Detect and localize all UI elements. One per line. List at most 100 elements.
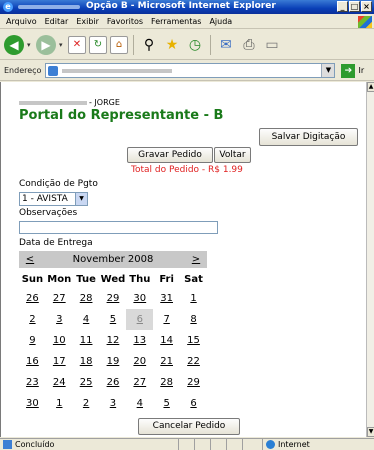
address-dropdown-icon[interactable]: ▼ (321, 64, 335, 77)
menu-arquivo[interactable]: Arquivo (2, 17, 41, 26)
maximize-button[interactable]: □ (349, 1, 360, 12)
calendar-day[interactable]: 22 (180, 351, 207, 372)
search-icon[interactable]: ⚲ (139, 35, 159, 55)
calendar-day[interactable]: 5 (153, 393, 180, 414)
menu-exibir[interactable]: Exibir (72, 17, 103, 26)
stop-icon[interactable]: ✕ (68, 35, 86, 54)
mail-icon[interactable]: ✉ (216, 35, 236, 55)
address-input[interactable]: ▼ (45, 63, 336, 78)
back-icon[interactable]: ◀ (4, 34, 24, 55)
cancel-order-button[interactable]: Cancelar Pedido (138, 418, 240, 435)
calendar-day[interactable]: 31 (153, 288, 180, 309)
go-label[interactable]: Ir (358, 66, 364, 75)
calendar-day[interactable]: 3 (46, 309, 73, 330)
calendar-prev[interactable]: < (19, 254, 41, 265)
history-icon[interactable]: ◷ (185, 35, 205, 55)
calendar-day[interactable]: 1 (180, 288, 207, 309)
calendar-day[interactable]: 2 (19, 309, 46, 330)
calendar-day[interactable]: 25 (73, 372, 100, 393)
calendar-day[interactable]: 10 (46, 330, 73, 351)
calendar-next[interactable]: > (185, 254, 207, 265)
menu-editar[interactable]: Editar (41, 17, 73, 26)
user-line: - JORGE (19, 98, 120, 107)
calendar-week: 2345678 (19, 309, 207, 330)
calendar-week: 23 24 25 26 27 28 29 (19, 372, 207, 393)
calendar-day[interactable]: 6 (180, 393, 207, 414)
weekday-header: Fri (159, 273, 174, 285)
refresh-icon[interactable]: ↻ (89, 35, 107, 54)
print-icon[interactable]: ⎙ (239, 35, 259, 55)
calendar-day[interactable]: 23 (19, 372, 46, 393)
scroll-down-icon[interactable]: ▼ (367, 427, 374, 437)
calendar-day[interactable]: 12 (100, 330, 127, 351)
calendar-day[interactable]: 26 (100, 372, 127, 393)
weekday-header: Mon (47, 273, 72, 285)
calendar-day[interactable]: 18 (73, 351, 100, 372)
minimize-button[interactable]: _ (337, 1, 348, 12)
calendar-day[interactable]: 2 (73, 393, 100, 414)
calendar-day[interactable]: 11 (73, 330, 100, 351)
forward-icon[interactable]: ▶ (36, 34, 56, 55)
calendar-day[interactable]: 15 (180, 330, 207, 351)
calendar-day[interactable]: 16 (19, 351, 46, 372)
status-cell (178, 439, 194, 450)
calendar-day[interactable]: 4 (73, 309, 100, 330)
calendar-day[interactable]: 9 (19, 330, 46, 351)
calendar-day[interactable]: 29 (100, 288, 127, 309)
go-arrow-icon[interactable]: ➔ (341, 63, 356, 78)
calendar-grid: Sun Mon Tue Wed Thu Fri Sat 26 27 28 29 30 31 1 2 3 4 5 6… (19, 270, 207, 414)
menu-ferramentas[interactable]: Ferramentas (147, 17, 205, 26)
calendar-day[interactable]: 17 (46, 351, 73, 372)
calendar-day[interactable]: 8 (180, 309, 207, 330)
notes-input[interactable] (19, 221, 218, 234)
calendar-day[interactable]: 6 (126, 309, 154, 330)
calendar-day[interactable]: 30 (126, 288, 153, 309)
vertical-scrollbar[interactable]: ▲ ▼ (366, 82, 374, 437)
globe-icon (266, 440, 275, 449)
calendar-day[interactable]: 7 (153, 309, 180, 330)
chevron-down-icon[interactable]: ▼ (75, 193, 87, 205)
toolbar: ◀ ▾ ▶ ▾ ✕ ↻ ⌂ ⚲ ★ ◷ ✉ ⎙ ▭ (0, 30, 374, 60)
status-bar: Concluído Internet (0, 438, 374, 450)
order-total: Total do Pedido - R$ 1.99 (131, 165, 243, 175)
calendar-day[interactable]: 19 (100, 351, 127, 372)
calendar-week: 26 27 28 29 30 31 1 (19, 288, 207, 309)
calendar-day[interactable]: 1 (46, 393, 73, 414)
save-draft-button[interactable]: Salvar Digitação (259, 128, 358, 146)
favorites-icon[interactable]: ★ (162, 35, 182, 55)
calendar-day[interactable]: 3 (100, 393, 127, 414)
calendar-day[interactable]: 4 (126, 393, 153, 414)
back-button[interactable]: Voltar (214, 147, 251, 163)
calendar-week: 9 10 11 12 13 14 15 (19, 330, 207, 351)
home-icon[interactable]: ⌂ (110, 35, 128, 54)
calendar-day[interactable]: 21 (153, 351, 180, 372)
back-dropdown-icon[interactable]: ▾ (27, 41, 33, 49)
weekday-header: Sat (184, 273, 203, 285)
page-icon (48, 66, 59, 76)
calendar-day[interactable]: 20 (126, 351, 153, 372)
calendar-day[interactable]: 28 (73, 288, 100, 309)
menu-ajuda[interactable]: Ajuda (205, 17, 236, 26)
calendar-day[interactable]: 30 (19, 393, 46, 414)
calendar: < November 2008 > Sun Mon Tue Wed Thu Fri Sat … (19, 251, 207, 414)
save-order-button[interactable]: Gravar Pedido (127, 147, 213, 163)
calendar-week: 16 17 18 19 20 21 22 (19, 351, 207, 372)
menu-favoritos[interactable]: Favoritos (103, 17, 147, 26)
calendar-day[interactable]: 27 (126, 372, 153, 393)
close-button[interactable]: × (361, 1, 372, 12)
calendar-day[interactable]: 13 (126, 330, 153, 351)
calendar-day[interactable]: 26 (19, 288, 46, 309)
calendar-day[interactable]: 29 (180, 372, 207, 393)
calendar-day[interactable]: 14 (153, 330, 180, 351)
scroll-up-icon[interactable]: ▲ (367, 82, 374, 92)
title-bar: e Opção B - Microsoft Internet Explorer … (0, 0, 374, 14)
forward-dropdown-icon[interactable]: ▾ (59, 41, 65, 49)
ie-icon: e (3, 2, 13, 12)
calendar-day[interactable]: 24 (46, 372, 73, 393)
edit-icon[interactable]: ▭ (262, 35, 282, 55)
calendar-day[interactable]: 27 (46, 288, 73, 309)
calendar-day[interactable]: 28 (153, 372, 180, 393)
calendar-day[interactable]: 5 (100, 309, 127, 330)
weekday-header: Wed (100, 273, 126, 285)
payment-select[interactable]: 1 - AVISTA ▼ (19, 192, 88, 206)
